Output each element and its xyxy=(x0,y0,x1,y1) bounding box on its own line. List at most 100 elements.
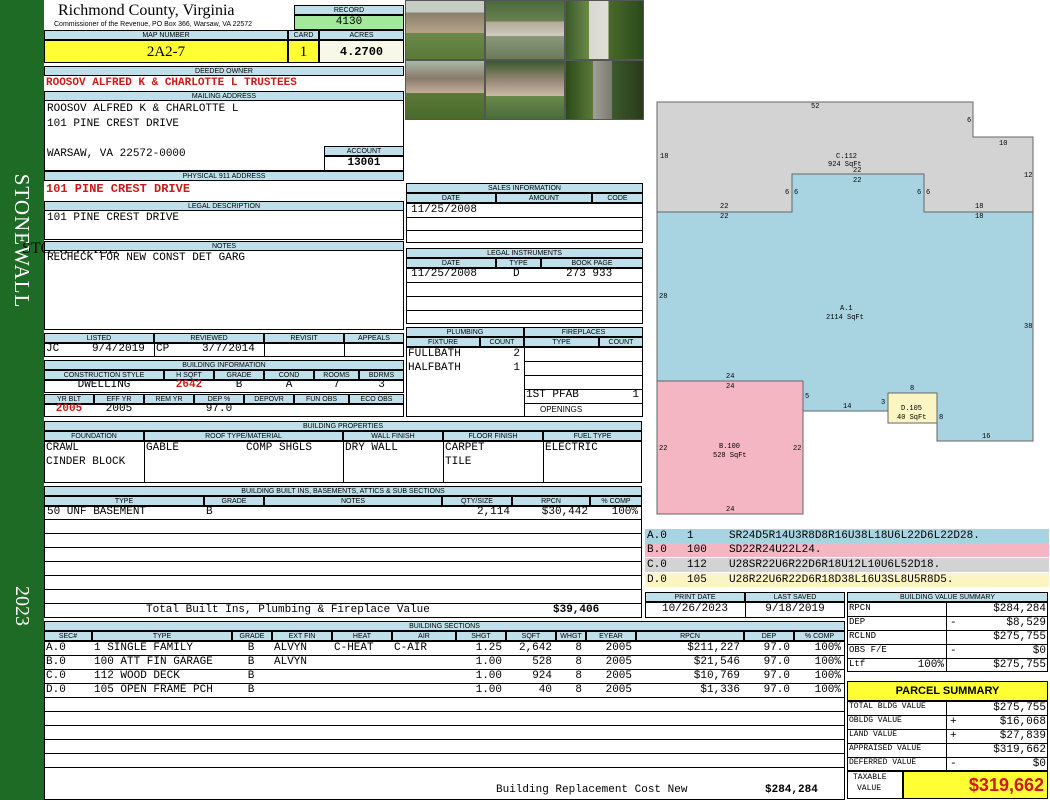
builtins-total-label: Total Built Ins, Plumbing & Fireplace Va… xyxy=(146,604,430,616)
district-sidebar xyxy=(0,0,44,800)
section-col-sqft-header: SQFT xyxy=(506,631,556,641)
physical-address-header: PHYSICAL 911 ADDRESS xyxy=(44,171,404,181)
mailing-line-2: 101 PINE CREST DRIVE xyxy=(47,118,180,130)
vector-id: D.0 xyxy=(647,574,667,586)
vs-rpcn: $284,284 xyxy=(993,603,1046,615)
instr-date-header: DATE xyxy=(406,258,496,268)
reviewed-date: 3/7/2014 xyxy=(202,343,255,355)
section-row: A.0 1 SINGLE FAMILY B ALVYN C-HEAT C-AIR 1.25 2… xyxy=(44,641,845,656)
county-title: Richmond County, Virginia xyxy=(58,2,235,19)
section-row: C.0 112 WOOD DECK B 1.00 924 8 2005 $10,769 97.0… xyxy=(44,669,845,684)
district-label: STONEWALL xyxy=(9,161,35,321)
vs-dep: $8,529 xyxy=(1006,617,1046,629)
remyr-header: REM YR xyxy=(144,394,194,404)
dim-6e: 6 xyxy=(926,189,930,197)
dim-22d: 22 xyxy=(720,213,728,221)
builtins-comp-header: % COMP xyxy=(590,496,642,506)
account-header: ACCOUNT xyxy=(324,146,404,156)
section-cell-rpcn: $21,546 xyxy=(693,656,740,668)
last-saved-header: LAST SAVED xyxy=(745,592,845,602)
plumbing-header: PLUMBING xyxy=(406,327,524,337)
fuel-type: ELECTRIC xyxy=(545,442,598,454)
heated-sqft: 2642 xyxy=(175,379,203,391)
builtins-qty-header: QTY/SIZE xyxy=(442,496,512,506)
dim-22c: 22 xyxy=(720,203,728,211)
section-cell-type: 105 OPEN FRAME PCH xyxy=(94,684,213,696)
section-row xyxy=(44,767,845,781)
building-sketch[interactable]: 52 6 10 12 18 6 6 6 6 22 22 22 22 18 18 … xyxy=(645,0,1049,528)
property-photo-3[interactable] xyxy=(565,0,644,60)
floor-header: FLOOR FINISH xyxy=(443,431,543,441)
listed-date: 9/4/2019 xyxy=(92,343,145,355)
condition-value: A xyxy=(285,379,293,391)
section-col-grade-header: GRADE xyxy=(232,631,272,641)
taxable-value: $319,662 xyxy=(903,771,1048,799)
builtin-rpcn: $30,442 xyxy=(541,506,588,518)
property-photo-1[interactable] xyxy=(405,0,485,60)
fixture-1-count: 2 xyxy=(513,348,520,360)
property-photo-2[interactable] xyxy=(485,0,565,60)
vector-list: A.0 1 SR24D5R14U3R8D8R16U38L18U6L22D6L22… xyxy=(645,529,1049,587)
section-row: D.0 105 OPEN FRAME PCH B 1.00 40 8 2005 $1,336 9… xyxy=(44,683,845,698)
ps-bldg: $275,755 xyxy=(993,702,1046,714)
section-cell-rpcn: $211,227 xyxy=(687,642,740,654)
area-c-name: C.112 xyxy=(836,153,857,161)
section-cell-eyear: 2005 xyxy=(605,656,632,668)
section-cell-dep: 97.0 xyxy=(763,670,790,682)
year-built: 2005 xyxy=(55,403,83,415)
section-col-extfin-header: EXT FIN xyxy=(272,631,332,641)
ps-obldg: $16,068 xyxy=(999,716,1046,728)
property-photo-6[interactable] xyxy=(565,60,644,120)
sections-header-row: SEC# TYPE GRADE EXT FIN HEAT AIR SHGT SQFT WHGT E… xyxy=(44,631,845,641)
area-b-size: 528 SqFt xyxy=(713,452,747,460)
dim-10: 10 xyxy=(999,140,1007,148)
section-cell-grade: B xyxy=(247,656,255,668)
dim-5: 5 xyxy=(805,393,809,401)
vector-row: A.0 1 SR24D5R14U3R8D8R16U38L18U6L22D6L22… xyxy=(645,529,1049,543)
property-photo-5[interactable] xyxy=(485,60,565,120)
section-cell-grade: B xyxy=(247,670,255,682)
dim-6a: 6 xyxy=(967,117,971,125)
builtins-total: $39,406 xyxy=(553,604,600,616)
section-cell-shgt: 1.00 xyxy=(475,684,502,696)
construction-style: DWELLING xyxy=(77,379,131,391)
rooms-value: 7 xyxy=(333,379,340,391)
ps-bldg-label: TOTAL BLDG VALUE xyxy=(849,702,926,711)
record-header: RECORD xyxy=(294,5,404,15)
section-row xyxy=(44,711,845,726)
section-cell-whgt: 8 xyxy=(575,670,582,682)
depreciation-pct: 97.0 xyxy=(205,403,233,415)
office-address: Commissioner of the Revenue, PO Box 366,… xyxy=(54,21,253,28)
legal-description: 101 PINE CREST DRIVE xyxy=(47,212,180,224)
dim-24b: 24 xyxy=(726,383,734,391)
card-number: 1 xyxy=(288,40,319,63)
bedrooms-value: 3 xyxy=(378,379,385,391)
district-text: STONEWALL xyxy=(10,173,34,309)
vs-obs: $0 xyxy=(1032,645,1046,657)
value-summary-header: BUILDING VALUE SUMMARY xyxy=(847,592,1048,602)
notes-text: RECHECK FOR NEW CONST DET GARG xyxy=(47,252,246,264)
account-number: 13001 xyxy=(324,156,404,171)
dim-6d: 6 xyxy=(917,189,921,197)
dim-16: 16 xyxy=(982,433,990,441)
builtins-type-header: TYPE xyxy=(44,496,204,506)
section-cell-whgt: 8 xyxy=(575,642,582,654)
acres-header: ACRES xyxy=(319,30,404,40)
section-row xyxy=(44,739,845,754)
section-cell-sec: A.0 xyxy=(46,642,66,654)
builtin-type: 50 UNF BASEMENT xyxy=(47,506,147,518)
depovr-header: DEPOVR xyxy=(244,394,294,404)
replacement-cost-label: Building Replacement Cost New xyxy=(496,784,688,796)
property-photo-4[interactable] xyxy=(405,60,485,120)
section-cell-shgt: 1.00 xyxy=(475,656,502,668)
instr-book: 273 933 xyxy=(566,268,613,280)
ps-deferred-label: DEFERRED VALUE xyxy=(849,758,917,767)
section-col-air-header: AIR xyxy=(392,631,456,641)
taxable-label-1: TAXABLE xyxy=(853,773,887,782)
instr-type: D xyxy=(513,268,520,280)
record-number: 4130 xyxy=(294,15,404,30)
section-cell-whgt: 8 xyxy=(575,684,582,696)
dim-18a: 18 xyxy=(660,153,668,161)
ps-obldg-label: OBLDG VALUE xyxy=(849,716,902,725)
fixture-header: FIXTURE xyxy=(406,337,480,347)
